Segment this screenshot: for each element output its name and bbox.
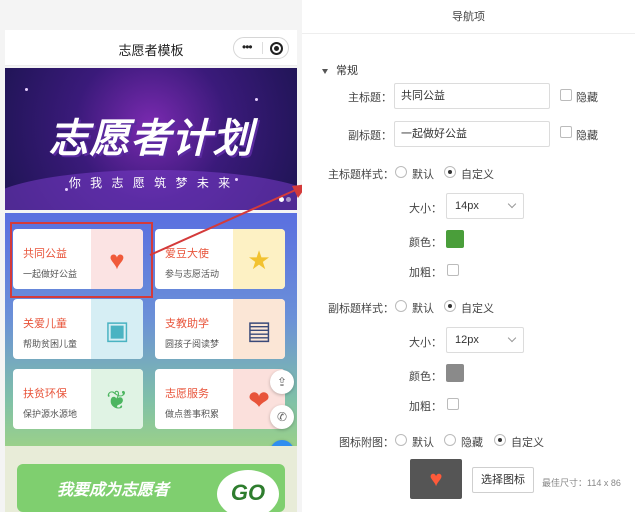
main-size-select[interactable]: 14px bbox=[446, 193, 524, 219]
sub-size-select[interactable]: 12px bbox=[446, 327, 524, 353]
book-icon: ▤ bbox=[246, 315, 272, 345]
card-image: ▣ bbox=[91, 299, 143, 359]
main-title-hide-label: 隐藏 bbox=[576, 92, 598, 104]
card-image: ▤ bbox=[233, 299, 285, 359]
nav-card-fuwu[interactable]: 志愿服务 做点善事积累 ❤ bbox=[155, 369, 285, 429]
sub-style-default-label: 默认 bbox=[412, 303, 434, 315]
main-style-default-label: 默认 bbox=[412, 169, 434, 181]
card-title: 支教助学 bbox=[165, 318, 209, 330]
go-badge: GO bbox=[217, 470, 279, 512]
main-style-custom-label: 自定义 bbox=[461, 169, 494, 181]
join-button[interactable]: 我要成为志愿者 GO bbox=[17, 464, 285, 512]
icon-size-hint: 最佳尺寸：114 x 86 bbox=[542, 478, 621, 488]
card-subtitle: 参与志愿活动 bbox=[165, 269, 220, 279]
icon-image-label: 图标附图： bbox=[339, 437, 394, 449]
main-color-label: 颜色： bbox=[409, 237, 442, 249]
card-title: 志愿服务 bbox=[165, 388, 209, 400]
card-subtitle: 保护源水源地 bbox=[23, 409, 78, 419]
main-bold-label: 加粗： bbox=[409, 267, 442, 279]
bag-icon: ▣ bbox=[104, 315, 130, 345]
banner-title: 志愿者计划 bbox=[48, 115, 254, 162]
icon-custom-radio[interactable] bbox=[494, 434, 506, 446]
card-title: 扶贫环保 bbox=[23, 388, 67, 400]
card-subtitle: 做点善事积累 bbox=[165, 409, 220, 419]
main-size-label: 大小： bbox=[409, 203, 442, 215]
nav-card-guanai[interactable]: 关爱儿童帮助贫困儿童 ▣ bbox=[13, 299, 143, 359]
leaf-icon: ❦ bbox=[106, 385, 128, 415]
main-title-input[interactable]: 共同公益 bbox=[394, 83, 550, 109]
caret-down-icon bbox=[322, 68, 328, 74]
card-title: 关爱儿童 bbox=[23, 318, 67, 330]
banner-sparkle bbox=[25, 88, 28, 91]
main-style-label: 主标题样式： bbox=[328, 169, 394, 181]
sub-title-input[interactable]: 一起做好公益 bbox=[394, 121, 550, 147]
icon-custom-label: 自定义 bbox=[511, 437, 544, 449]
mini-program-capsule[interactable]: ••• bbox=[233, 37, 289, 59]
sub-bold-checkbox[interactable] bbox=[447, 398, 459, 410]
icon-hide-label: 隐藏 bbox=[461, 437, 483, 449]
icon-hide-radio[interactable] bbox=[444, 434, 456, 446]
annotation-arrow-icon bbox=[149, 184, 308, 256]
sub-title-hide-label: 隐藏 bbox=[576, 130, 598, 142]
icon-default-radio[interactable] bbox=[395, 434, 407, 446]
main-style-default-radio[interactable] bbox=[395, 166, 407, 178]
nav-card-zhijiao[interactable]: 支教助学圆孩子阅读梦 ▤ bbox=[155, 299, 285, 359]
main-bold-checkbox[interactable] bbox=[447, 264, 459, 276]
phone-icon[interactable]: ✆ bbox=[270, 405, 294, 429]
join-text: 我要成为志愿者 bbox=[57, 482, 170, 499]
sub-color-swatch[interactable] bbox=[446, 364, 464, 382]
main-title-hide-checkbox[interactable] bbox=[560, 89, 572, 101]
sub-bold-label: 加粗： bbox=[409, 401, 442, 413]
section-general[interactable]: 常规 bbox=[322, 62, 358, 78]
card-image: ❦ bbox=[91, 369, 143, 429]
sub-style-custom-radio[interactable] bbox=[444, 300, 456, 312]
nav-card-fupin[interactable]: 扶贫环保保护源水源地 ❦ bbox=[13, 369, 143, 429]
sub-style-custom-label: 自定义 bbox=[461, 303, 494, 315]
phone-nav-bar: 志愿者模板 ••• bbox=[5, 30, 297, 66]
chevron-down-icon bbox=[507, 333, 517, 343]
icon-preview-image: ♥ bbox=[410, 459, 462, 499]
selected-card-highlight bbox=[10, 222, 153, 298]
capsule-divider bbox=[262, 42, 263, 54]
select-icon-button[interactable]: 选择图标 bbox=[472, 467, 534, 493]
card-subtitle: 圆孩子阅读梦 bbox=[165, 339, 220, 349]
main-title-label: 主标题： bbox=[348, 92, 392, 104]
main-style-custom-radio[interactable] bbox=[444, 166, 456, 178]
sub-size-label: 大小： bbox=[409, 337, 442, 349]
close-target-icon[interactable] bbox=[270, 42, 283, 55]
sub-color-label: 颜色： bbox=[409, 371, 442, 383]
sub-title-hide-checkbox[interactable] bbox=[560, 126, 572, 138]
panel-header: 导航项 bbox=[302, 0, 635, 34]
config-panel: 导航项 常规 主标题： 共同公益 隐藏 副标题： 一起做好公益 隐藏 主标题样式… bbox=[302, 0, 635, 512]
main-color-swatch[interactable] bbox=[446, 230, 464, 248]
sub-style-label: 副标题样式： bbox=[328, 303, 394, 315]
winged-heart-icon: ♥ bbox=[429, 466, 443, 491]
sub-title-label: 副标题： bbox=[348, 130, 392, 142]
share-icon[interactable]: ⇪ bbox=[270, 370, 294, 394]
join-section: 我要成为志愿者 GO bbox=[5, 446, 297, 512]
more-dots-icon[interactable]: ••• bbox=[242, 40, 253, 54]
chevron-down-icon bbox=[507, 199, 517, 209]
card-subtitle: 帮助贫困儿童 bbox=[23, 339, 78, 349]
icon-default-label: 默认 bbox=[412, 437, 434, 449]
banner-sparkle bbox=[255, 98, 258, 101]
sub-style-default-radio[interactable] bbox=[395, 300, 407, 312]
